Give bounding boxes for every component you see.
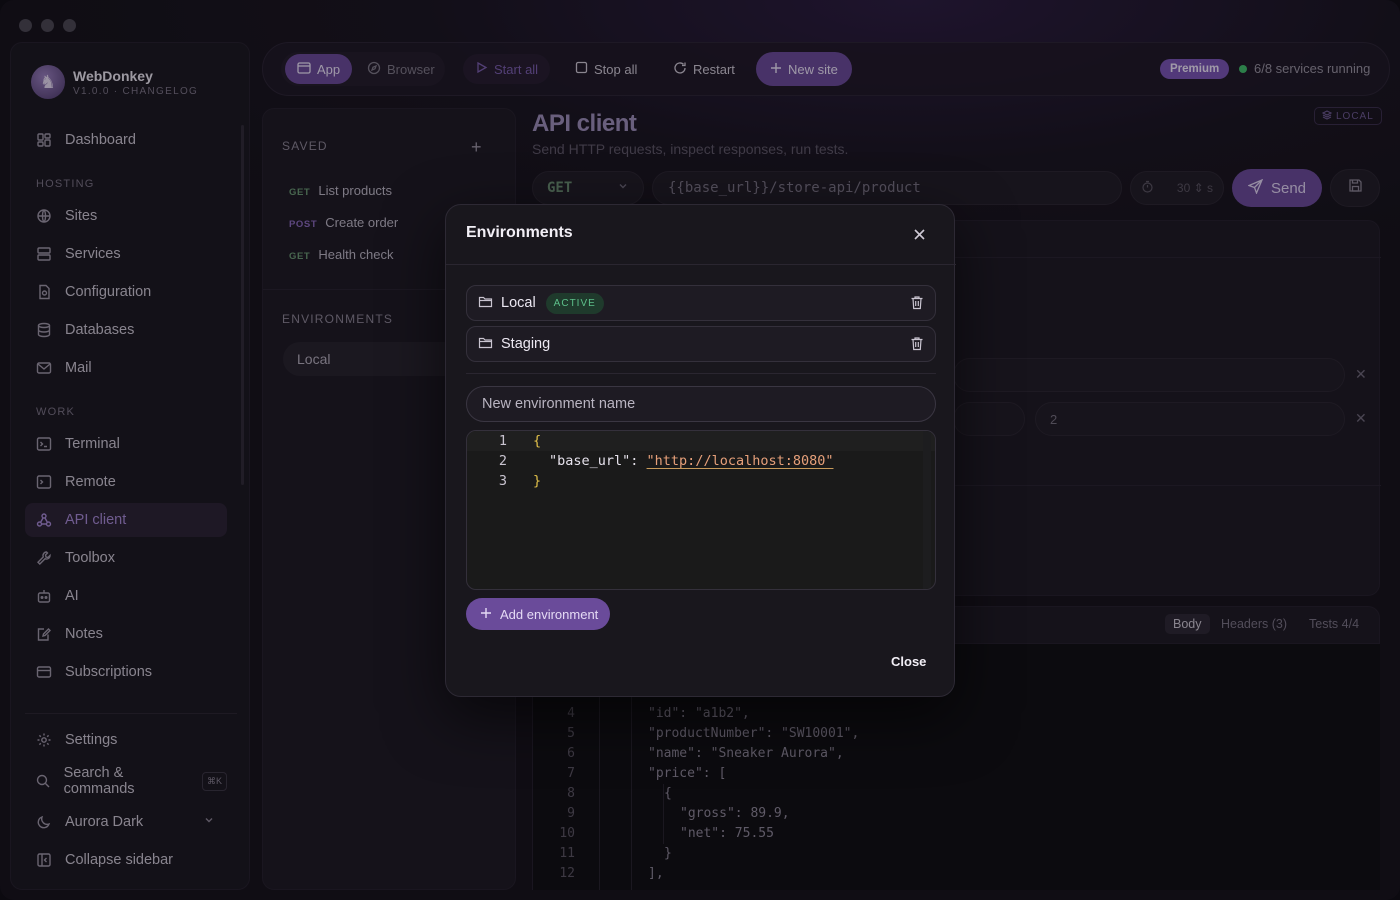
environment-name: Local bbox=[501, 295, 536, 311]
close-icon bbox=[913, 225, 926, 245]
code-text: { bbox=[533, 433, 542, 449]
environment-row-staging[interactable]: Staging bbox=[466, 326, 936, 362]
json-key: "base_url" bbox=[549, 453, 631, 469]
editor-line: 2 "base_url": "http://localhost:8080" bbox=[467, 451, 935, 471]
modal-title: Environments bbox=[466, 224, 573, 241]
environment-name: Staging bbox=[501, 336, 551, 352]
modal-close-button[interactable] bbox=[913, 225, 926, 246]
environment-json-editor[interactable]: 1 { 2 "base_url": "http://localhost:8080… bbox=[466, 430, 936, 590]
line-number: 2 bbox=[498, 453, 507, 469]
code-text: } bbox=[533, 473, 542, 489]
environments-modal: Environments Local ACTIVE Staging New en… bbox=[445, 204, 956, 697]
editor-scrollbar[interactable] bbox=[923, 431, 931, 589]
folder-icon bbox=[478, 294, 493, 313]
line-number: 3 bbox=[498, 473, 507, 489]
line-number: 1 bbox=[498, 433, 507, 449]
code-text: "base_url": "http://localhost:8080" bbox=[549, 453, 834, 469]
close-button[interactable]: Close bbox=[891, 654, 926, 669]
trash-icon[interactable] bbox=[910, 336, 924, 355]
active-badge: ACTIVE bbox=[545, 292, 604, 314]
environment-row-local[interactable]: Local ACTIVE bbox=[466, 285, 936, 321]
editor-line: 3 } bbox=[467, 471, 935, 491]
editor-line: 1 { bbox=[467, 431, 935, 451]
app-window: ♞ WebDonkey V1.0.0 · CHANGELOG Dashboard… bbox=[0, 0, 1400, 900]
plus-icon bbox=[480, 607, 492, 622]
json-value: "http://localhost:8080" bbox=[646, 453, 834, 469]
modal-divider bbox=[446, 264, 956, 265]
modal-divider bbox=[466, 373, 936, 374]
add-environment-label: Add environment bbox=[500, 606, 599, 622]
folder-icon bbox=[478, 335, 493, 354]
add-environment-button[interactable]: Add environment bbox=[466, 598, 610, 630]
trash-icon[interactable] bbox=[910, 295, 924, 314]
new-environment-name-input[interactable]: New environment name bbox=[466, 386, 936, 422]
